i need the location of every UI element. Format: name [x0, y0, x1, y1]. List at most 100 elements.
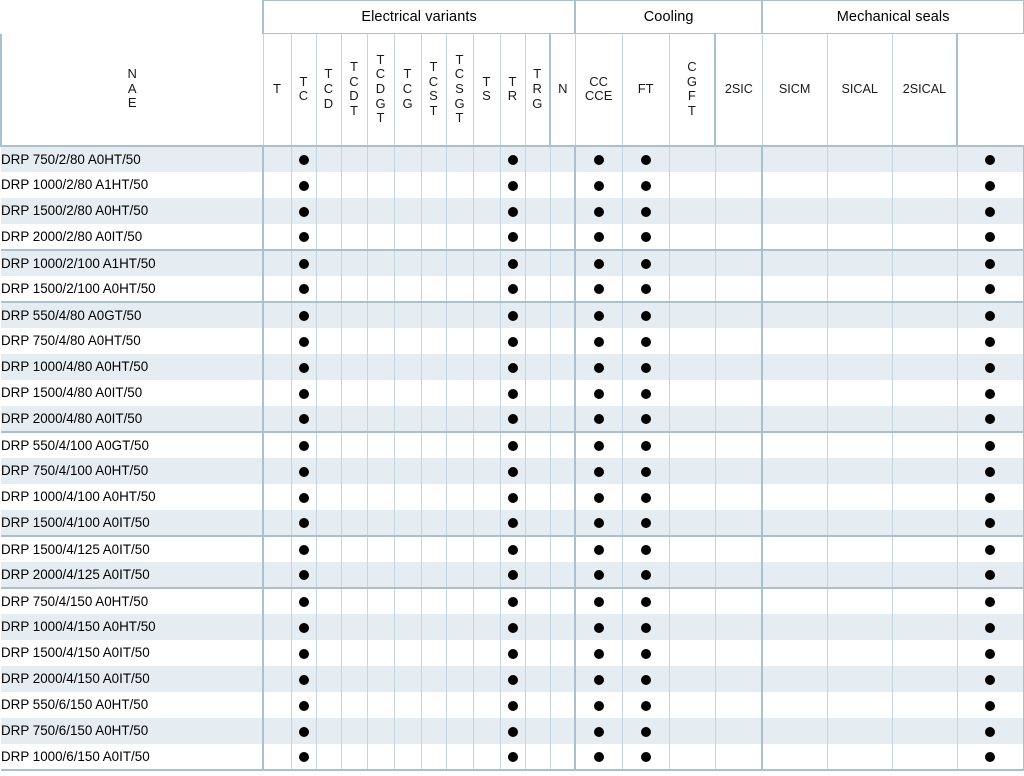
cell-2sical: [956, 353, 1024, 380]
cell-tc: [315, 743, 342, 771]
cell-tcsgt: [472, 171, 501, 198]
cell-cc_cce: [621, 300, 670, 328]
cell-tcst: [445, 483, 474, 510]
cell-tcg: [420, 379, 447, 406]
cell-tcsgt: [472, 275, 501, 302]
cell-tcdt: [366, 197, 395, 224]
cell-sicm: [826, 639, 893, 666]
cell-tcsgt: [472, 743, 501, 771]
cell-tcsgt: [472, 379, 501, 406]
cell-t: [290, 743, 317, 771]
cell-trg: [549, 586, 577, 614]
cell-tcdgt: [393, 613, 422, 640]
cell-n: [574, 327, 623, 354]
availability-dot: [640, 206, 651, 217]
cell-sical: [891, 405, 958, 432]
cell-sicm: [826, 561, 893, 588]
cell-2sical: [956, 248, 1024, 276]
cell-nae: [262, 171, 292, 198]
cell-tcsgt: [472, 405, 501, 432]
cell-ft: [668, 405, 716, 432]
cell-ft: [668, 665, 716, 692]
cell-tcst: [445, 353, 474, 380]
table-row: DRP 1000/4/100 A0HT/50: [1, 483, 1024, 510]
cell-tcg: [420, 144, 447, 172]
cell-2sical: [956, 300, 1024, 328]
row-label: DRP 1000/2/100 A1HT/50: [1, 248, 264, 276]
cell-tcsgt: [472, 717, 501, 744]
cell-tcg: [420, 717, 447, 744]
cell-tc: [315, 613, 342, 640]
cell-2sical: [956, 743, 1024, 771]
cell-cgft: [714, 275, 764, 302]
cell-tcdt: [366, 379, 395, 406]
cell-ts: [499, 379, 526, 406]
availability-dot: [640, 441, 651, 452]
cell-tcg: [420, 457, 447, 484]
cell-ft: [668, 223, 716, 250]
cell-sicm: [826, 534, 893, 562]
cell-tcsgt: [472, 223, 501, 250]
cell-tcd: [340, 743, 368, 771]
cell-tcdgt: [393, 586, 422, 614]
cell-trg: [549, 353, 577, 380]
cell-tcdgt: [393, 353, 422, 380]
cell-ft: [668, 613, 716, 640]
cell-tr: [524, 430, 551, 458]
row-label: DRP 2000/4/125 A0IT/50: [1, 561, 264, 588]
column-header-tcg: T C G: [393, 33, 422, 146]
cell-n: [574, 613, 623, 640]
availability-dot: [985, 180, 996, 191]
availability-dot: [640, 597, 651, 608]
cell-tr: [524, 144, 551, 172]
cell-n: [574, 300, 623, 328]
cell-cc_cce: [621, 430, 670, 458]
availability-dot: [640, 155, 651, 166]
cell-tcst: [445, 586, 474, 614]
cell-tcd: [340, 509, 368, 536]
group-header-cooling: Cooling: [574, 0, 764, 34]
cell-n: [574, 534, 623, 562]
cell-tcsgt: [472, 430, 501, 458]
cell-sicm: [826, 144, 893, 172]
table-row: DRP 1500/2/100 A0HT/50: [1, 275, 1024, 302]
row-label: DRP 1500/2/100 A0HT/50: [1, 275, 264, 302]
cell-ts: [499, 639, 526, 666]
cell-tcsgt: [472, 665, 501, 692]
availability-dot: [298, 545, 309, 556]
cell-tr: [524, 717, 551, 744]
cell-t: [290, 639, 317, 666]
cell-tcd: [340, 327, 368, 354]
cell-tcst: [445, 691, 474, 718]
cell-t: [290, 144, 317, 172]
table-row: DRP 750/4/100 A0HT/50: [1, 457, 1024, 484]
cell-sical: [891, 327, 958, 354]
cell-t: [290, 248, 317, 276]
cell-ft: [668, 457, 716, 484]
availability-dot: [507, 441, 518, 452]
cell-t: [290, 405, 317, 432]
cell-nae: [262, 743, 292, 771]
row-label: DRP 1500/4/100 A0IT/50: [1, 509, 264, 536]
cell-tr: [524, 613, 551, 640]
cell-tcd: [340, 457, 368, 484]
cell-tc: [315, 300, 342, 328]
cell-tcdgt: [393, 430, 422, 458]
cell-t: [290, 691, 317, 718]
availability-dot: [298, 648, 309, 659]
table-row: DRP 2000/4/125 A0IT/50: [1, 561, 1024, 588]
cell-n: [574, 275, 623, 302]
cell-n: [574, 561, 623, 588]
cell-trg: [549, 639, 577, 666]
cell-tcst: [445, 379, 474, 406]
cell-cgft: [714, 144, 764, 172]
cell-n: [574, 248, 623, 276]
cell-nae: [262, 223, 292, 250]
availability-dot: [593, 414, 604, 425]
cell-ft: [668, 743, 716, 771]
cell-cc_cce: [621, 327, 670, 354]
cell-trg: [549, 300, 577, 328]
cell-t: [290, 457, 317, 484]
cell-tcd: [340, 613, 368, 640]
cell-2sical: [956, 430, 1024, 458]
